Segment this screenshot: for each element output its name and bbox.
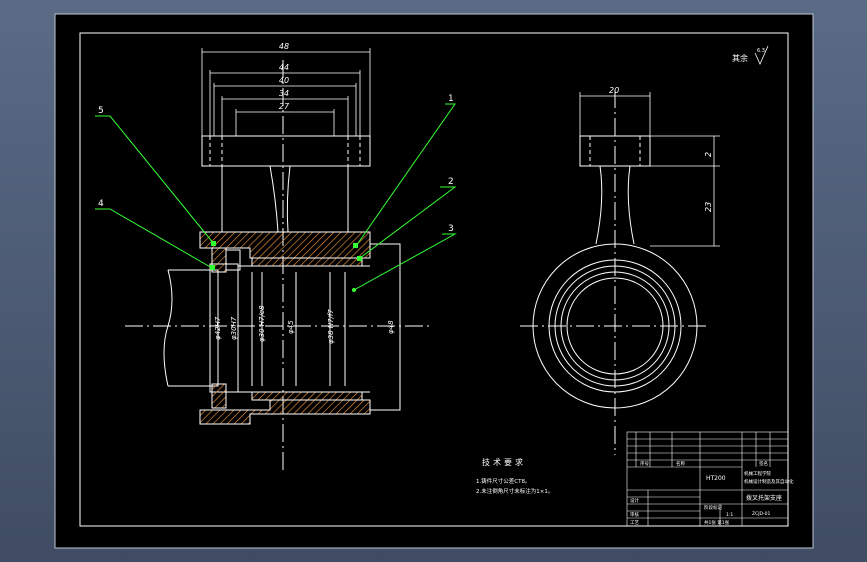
tb-material: HT200 <box>706 475 726 482</box>
tb-scale: 1:1 <box>726 512 733 518</box>
dim-44: 44 <box>279 63 289 72</box>
dim-phi-38-fit: φ38 H7/f7 <box>327 309 335 344</box>
tb-sheet: 共1张 第1张 <box>704 519 730 526</box>
tb-label-design: 设计 <box>630 497 639 504</box>
cad-drawing-canvas[interactable]: 5 4 1 2 3 48 44 40 34 27 φ42H7 φ30H7 φ30… <box>0 0 867 562</box>
dim-2: 2 <box>704 152 713 157</box>
dim-phi-45: φ45 <box>287 320 295 334</box>
dim-phi-30-fit: φ30 H7/e8 <box>258 305 266 342</box>
bushing-bottom-hatch <box>251 391 363 401</box>
tech-title: 技术要求 <box>482 457 526 467</box>
dim-20: 20 <box>609 86 619 95</box>
dim-34: 34 <box>279 89 289 98</box>
tech-line-2: 2.未注倒角尺寸未标注为1×1。 <box>476 487 553 495</box>
tb-code: ZCJD-01 <box>752 511 771 517</box>
tb-label-check: 审核 <box>630 511 639 518</box>
bushing-top-hatch <box>251 257 363 267</box>
dim-40: 40 <box>279 76 289 85</box>
dim-27: 27 <box>279 102 290 111</box>
tb-row2: 名称 <box>676 460 685 467</box>
tb-label-process: 工艺 <box>630 520 639 526</box>
balloon-5: 5 <box>98 106 104 116</box>
tech-line-1: 1.铸件尺寸公差CT8。 <box>476 477 530 485</box>
dim-48: 48 <box>279 42 289 51</box>
balloon-2: 2 <box>448 177 454 187</box>
svg-text:其余: 其余 <box>732 53 748 63</box>
tb-name: 拨叉托架支座 <box>746 494 782 502</box>
drawing-sheet <box>54 13 814 549</box>
tb-row1: 序号 <box>640 460 649 467</box>
balloon-1: 1 <box>448 94 454 104</box>
dim-phi-30h7: φ30H7 <box>230 316 238 340</box>
dim-23: 23 <box>704 202 713 212</box>
dim-phi-48: φ48 <box>387 320 395 334</box>
tb-stage: 阶段标记 <box>704 504 722 511</box>
balloon-4: 4 <box>98 199 104 209</box>
tb-school: 机械工程学院 <box>744 470 771 477</box>
tb-subtitle: 机械设计制造及其自动化 <box>744 478 794 485</box>
tb-sign: 签名 <box>759 460 768 467</box>
dim-phi-42h7: φ42H7 <box>214 316 222 340</box>
svg-text:6.3: 6.3 <box>757 48 765 54</box>
balloon-3: 3 <box>448 224 454 234</box>
